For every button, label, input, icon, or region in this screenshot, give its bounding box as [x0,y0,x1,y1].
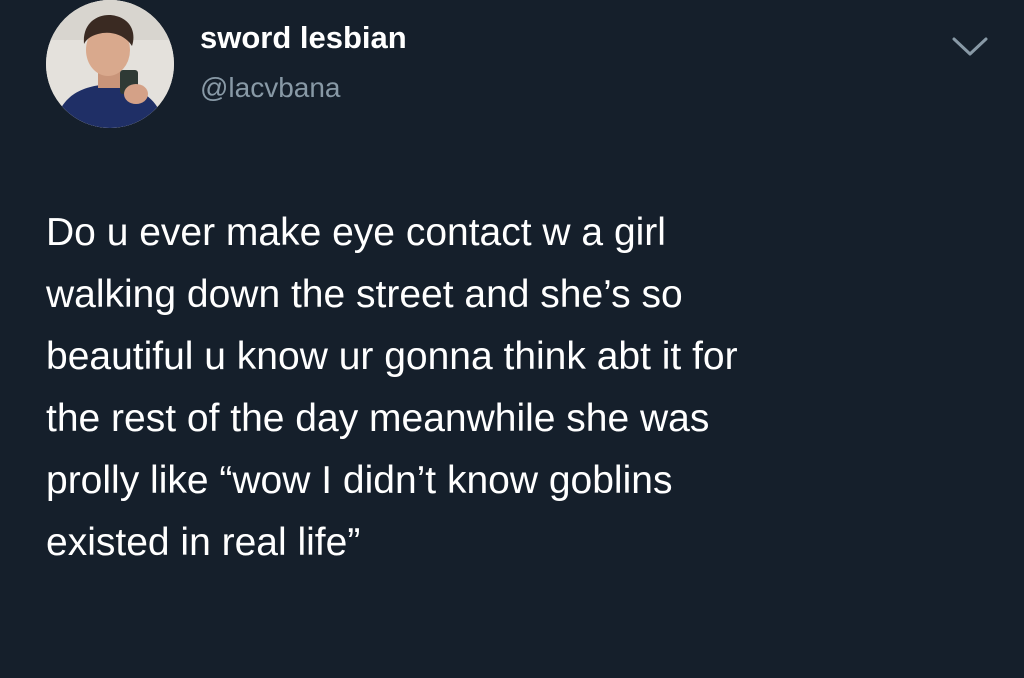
author-display-name[interactable]: sword lesbian [200,20,407,56]
author-handle[interactable]: @lacvbana [200,72,341,104]
tweet-card: sword lesbian @lacvbana Do u ever make e… [0,0,1024,678]
chevron-down-icon [952,37,988,56]
tweet-text-line: the rest of the day meanwhile she was [46,397,710,440]
avatar[interactable] [46,0,174,128]
profile-photo-icon [46,0,174,128]
tweet-text: Do u ever make eye contact w a girl walk… [46,202,1006,574]
tweet-text-line: existed in real life” [46,521,361,564]
tweet-text-line: Do u ever make eye contact w a girl [46,211,666,254]
tweet-menu-button[interactable] [950,34,990,60]
tweet-text-line: beautiful u know ur gonna think abt it f… [46,335,738,378]
tweet-text-line: prolly like “wow I didn’t know goblins [46,459,673,502]
tweet-text-line: walking down the street and she’s so [46,273,683,316]
